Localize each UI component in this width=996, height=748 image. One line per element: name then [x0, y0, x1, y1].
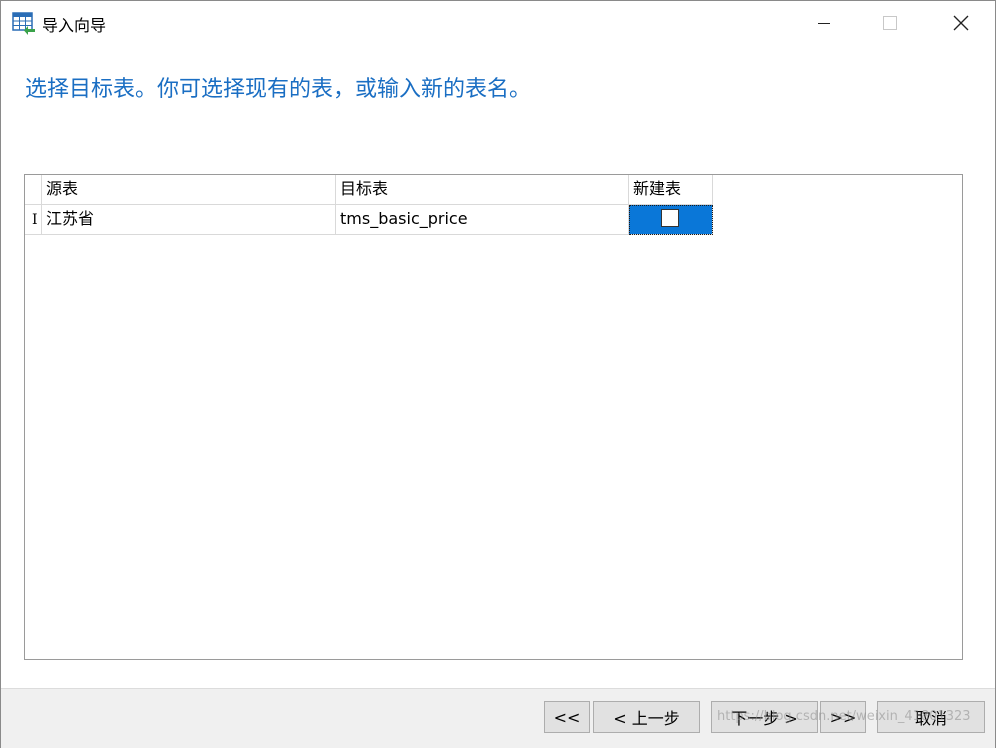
- last-step-button[interactable]: >>: [820, 701, 866, 733]
- target-table-cell[interactable]: tms_basic_price: [336, 205, 629, 235]
- close-icon: [953, 15, 969, 31]
- footer-bar: << < 上一步 下一步 > >> 取消 https://blog.csdn.n…: [1, 688, 995, 748]
- previous-step-button[interactable]: < 上一步: [593, 701, 700, 733]
- title-bar: 导入向导: [1, 1, 995, 45]
- row-indicator-cell[interactable]: I: [25, 205, 42, 235]
- close-button[interactable]: [938, 1, 984, 45]
- first-step-button[interactable]: <<: [544, 701, 590, 733]
- window-title: 导入向导: [42, 16, 107, 35]
- header-row-indicator: [25, 175, 42, 205]
- column-header-target[interactable]: 目标表: [336, 175, 629, 205]
- new-table-cell[interactable]: [629, 205, 713, 235]
- table-mapping-grid[interactable]: 源表 目标表 新建表 I 江苏省 tms_basic_price: [24, 174, 963, 660]
- table-import-icon: [12, 12, 35, 35]
- cancel-button[interactable]: 取消: [877, 701, 985, 733]
- maximize-button[interactable]: [867, 1, 913, 45]
- row-edit-indicator: I: [32, 212, 38, 228]
- next-step-button[interactable]: 下一步 >: [711, 701, 818, 733]
- minimize-button[interactable]: [801, 1, 847, 45]
- maximize-icon: [883, 16, 897, 30]
- minimize-icon: [818, 23, 830, 24]
- column-header-new-table[interactable]: 新建表: [629, 175, 713, 205]
- import-wizard-window: 导入向导 选择目标表。你可选择现有的表，或输入新的表名。 源表 目标表 新建表: [0, 0, 996, 748]
- column-header-source[interactable]: 源表: [42, 175, 336, 205]
- source-table-cell[interactable]: 江苏省: [42, 205, 336, 235]
- new-table-checkbox[interactable]: [661, 209, 679, 227]
- page-heading: 选择目标表。你可选择现有的表，或输入新的表名。: [25, 77, 532, 102]
